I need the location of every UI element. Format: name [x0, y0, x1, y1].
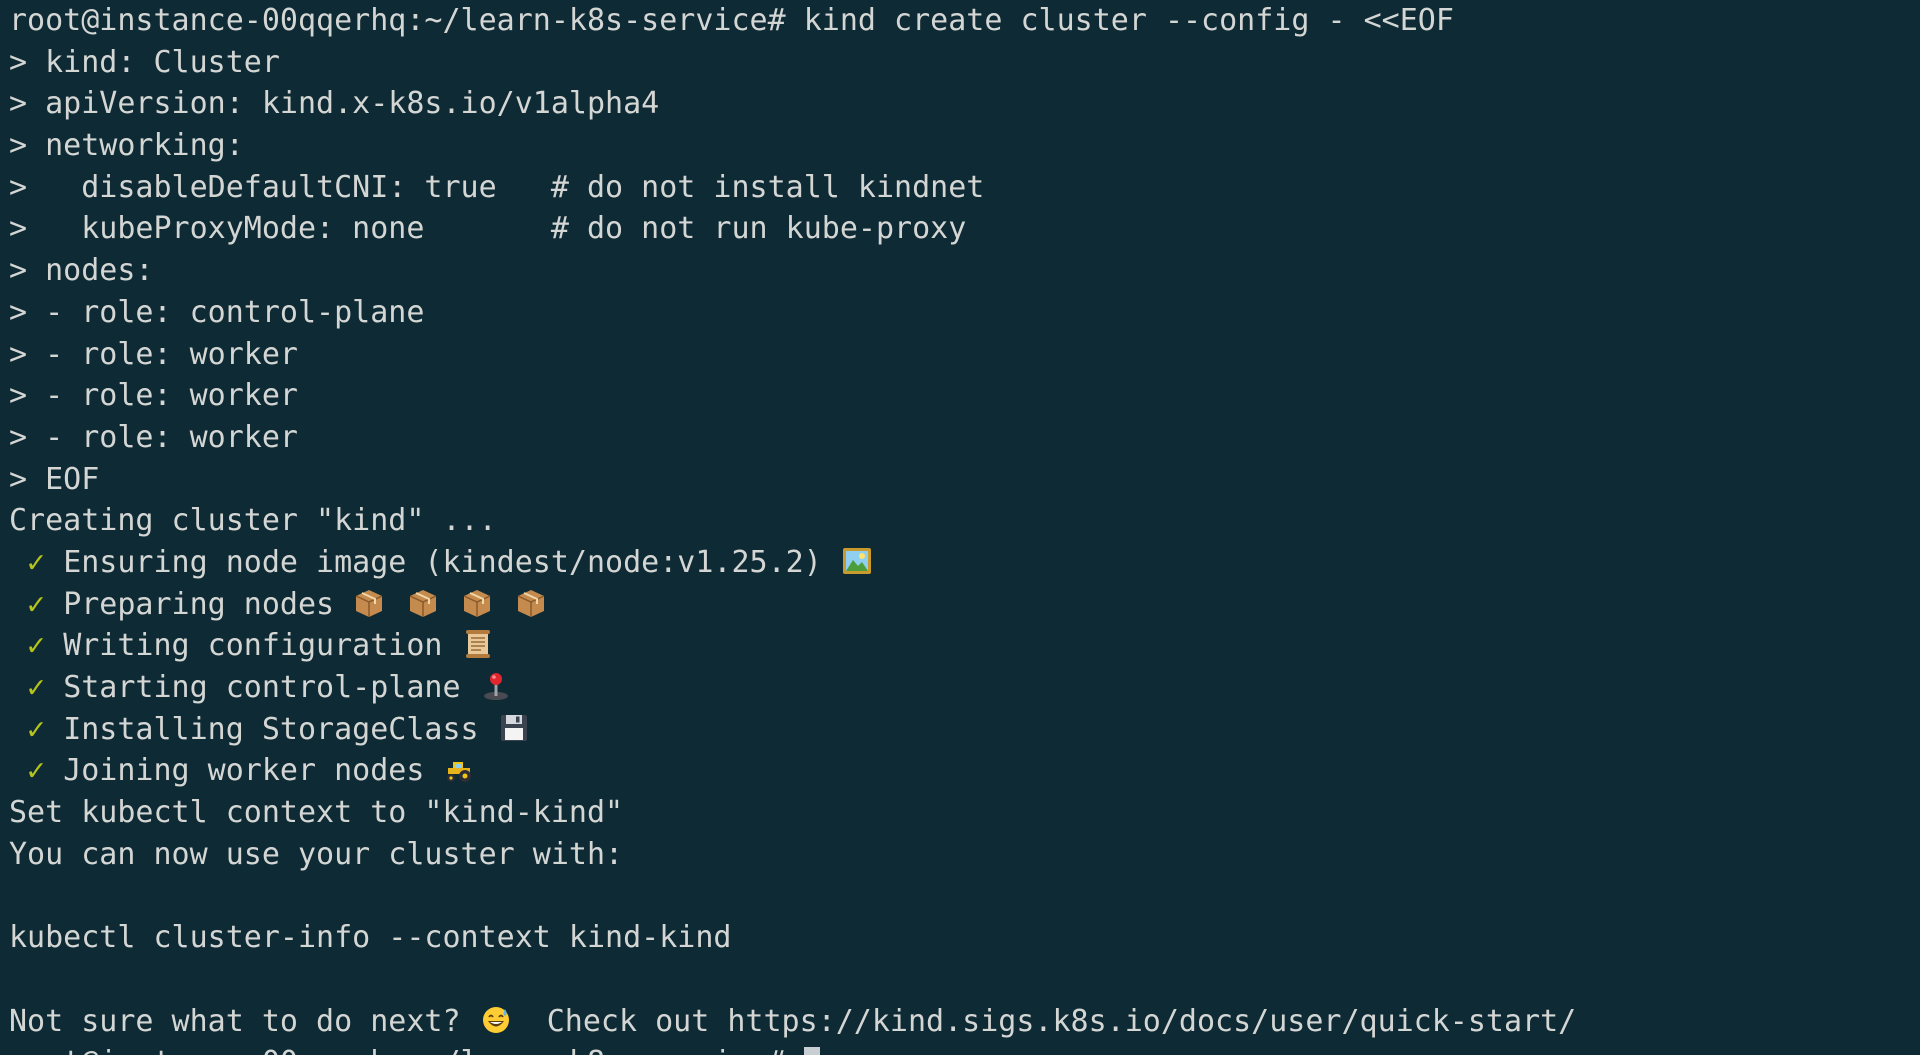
check-mark-icon: ✓ — [9, 628, 64, 664]
check-mark-icon: ✓ — [9, 753, 64, 789]
joystick-icon — [481, 671, 511, 701]
check-mark-icon: ✓ — [9, 670, 64, 705]
scroll-icon — [463, 629, 493, 659]
check-mark-icon: ✓ — [9, 711, 64, 747]
next-steps-line: Not sure what to do next? Check out http… — [9, 1001, 1920, 1043]
step-writing-configuration: ✓ Writing configuration — [9, 625, 1920, 667]
check-mark-icon: ✓ — [9, 586, 64, 622]
step-label: Starting control-plane — [63, 670, 479, 705]
tractor-icon — [444, 754, 474, 784]
heredoc-line: > nodes: — [9, 253, 154, 289]
heredoc-line: > kind: Cluster — [9, 44, 280, 80]
heredoc-line: > - role: control-plane — [9, 294, 425, 330]
heredoc-line: > kubeProxyMode: none # do not run kube-… — [9, 211, 967, 247]
step-installing-storageclass: ✓ Installing StorageClass — [9, 709, 1920, 751]
creating-cluster-line: Creating cluster "kind" ... — [9, 503, 497, 539]
step-preparing-nodes: ✓ Preparing nodes — [9, 584, 1920, 626]
check-mark-icon: ✓ — [9, 544, 64, 580]
heredoc-line: > - role: worker — [9, 378, 298, 414]
floppy-disk-icon — [499, 713, 529, 743]
next-steps-suffix: Check out https://kind.sigs.k8s.io/docs/… — [510, 1003, 1577, 1039]
step-joining-worker-nodes: ✓ Joining worker nodes — [9, 750, 1920, 792]
terminal-window[interactable]: root@instance-00qqerhq:~/learn-k8s-servi… — [0, 0, 1920, 1055]
text-cursor — [803, 1047, 820, 1055]
step-label: Installing StorageClass — [63, 711, 497, 747]
heredoc-line: > networking: — [9, 128, 244, 164]
use-cluster-line: You can now use your cluster with: — [9, 836, 624, 872]
final-prompt-line[interactable]: root@instance-00qqerhq:~/learn-k8s-servi… — [9, 1042, 1920, 1055]
step-starting-control-plane: ✓ Starting control-plane — [9, 667, 1920, 709]
package-icon — [408, 588, 438, 618]
context-line: Set kubectl context to "kind-kind" — [9, 795, 624, 831]
heredoc-line: > disableDefaultCNI: true # do not insta… — [9, 169, 985, 205]
step-ensuring-node-image: ✓ Ensuring node image (kindest/node:v1.2… — [9, 542, 1920, 584]
command-line: root@instance-00qqerhq:~/learn-k8s-servi… — [9, 3, 1454, 38]
step-label: Ensuring node image (kindest/node:v1.25.… — [63, 544, 840, 580]
step-label: Preparing nodes — [63, 586, 353, 622]
cluster-info-command: kubectl cluster-info --context kind-kind — [9, 920, 732, 956]
step-label: Joining worker nodes — [63, 753, 443, 789]
heredoc-line: > apiVersion: kind.x-k8s.io/v1alpha4 — [9, 86, 660, 122]
heredoc-line: > - role: worker — [9, 419, 298, 455]
shell-prompt: root@instance-00qqerhq:~/learn-k8s-servi… — [9, 1045, 804, 1055]
step-label: Writing configuration — [63, 628, 461, 664]
heredoc-line: > - role: worker — [9, 336, 298, 372]
package-icon — [516, 588, 546, 618]
picture-icon — [842, 546, 872, 576]
heredoc-line: > EOF — [9, 461, 100, 497]
grinning-sweat-icon — [481, 1005, 511, 1035]
package-icon — [354, 588, 384, 618]
package-icon — [462, 588, 492, 618]
next-steps-prefix: Not sure what to do next? — [9, 1003, 479, 1039]
